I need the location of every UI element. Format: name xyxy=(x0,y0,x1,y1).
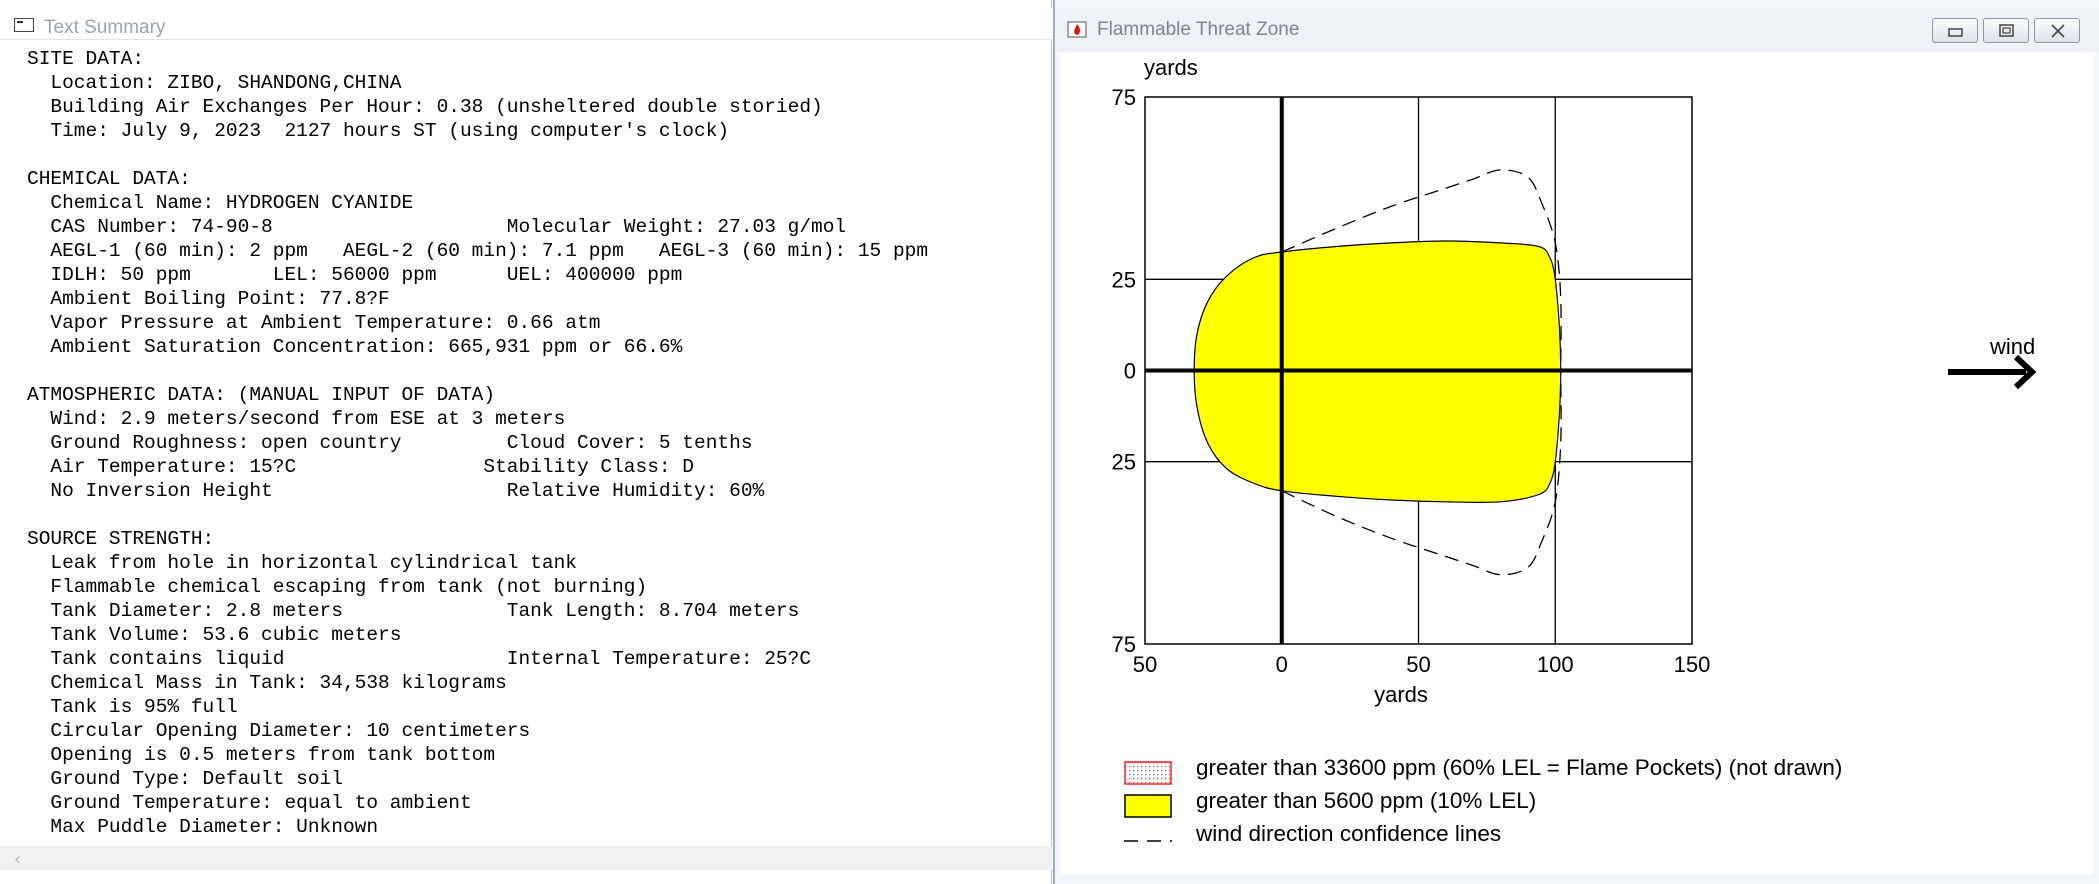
summary-line: ATMOSPHERIC DATA: (MANUAL INPUT OF DATA) xyxy=(27,384,496,406)
threat-zone-chart: 50 0 50 100 150 75 25 0 25 75 yards yards wind xyxy=(1112,55,2037,707)
red-dotted-swatch xyxy=(1124,761,1172,785)
summary-line: Ground Type: Default soil xyxy=(27,768,343,790)
summary-text-area[interactable]: SITE DATA: Location: ZIBO, SHANDONG,CHIN… xyxy=(0,44,1052,844)
summary-line: Tank contains liquid Internal Temperatur… xyxy=(27,648,812,670)
summary-line: Time: July 9, 2023 2127 hours ST (using … xyxy=(27,120,730,142)
summary-line: Location: ZIBO, SHANDONG,CHINA xyxy=(27,72,402,94)
minimize-button[interactable] xyxy=(1932,18,1978,43)
summary-line: Wind: 2.9 meters/second from ESE at 3 me… xyxy=(27,408,566,430)
text-window-icon xyxy=(14,18,34,32)
y-tick-label: 75 xyxy=(1112,632,1136,657)
x-axis-label: yards xyxy=(1374,682,1428,707)
legend-label-flame-pockets: greater than 33600 ppm (60% LEL = Flame … xyxy=(1196,755,1843,780)
summary-line: Leak from hole in horizontal cylindrical… xyxy=(27,552,577,574)
x-tick-label: 0 xyxy=(1276,652,1288,677)
maximize-button[interactable] xyxy=(1983,18,2029,43)
legend-item-flame-pockets: greater than 33600 ppm (60% LEL = Flame … xyxy=(1124,755,2024,785)
summary-line: Chemical Name: HYDROGEN CYANIDE xyxy=(27,192,414,214)
text-summary-title: Text Summary xyxy=(44,17,166,38)
summary-line: Flammable chemical escaping from tank (n… xyxy=(27,576,648,598)
x-tick-label: 50 xyxy=(1133,652,1157,677)
summary-line: Chemical Mass in Tank: 34,538 kilograms xyxy=(27,672,507,694)
summary-line xyxy=(27,143,1052,167)
summary-line: Tank is 95% full xyxy=(27,696,238,718)
summary-line: Ground Temperature: equal to ambient xyxy=(27,792,472,814)
summary-line: SOURCE STRENGTH: xyxy=(27,528,215,550)
summary-line: Circular Opening Diameter: 10 centimeter… xyxy=(27,720,531,742)
text-summary-titlebar[interactable]: Text Summary xyxy=(0,8,1052,40)
scroll-left-icon[interactable]: ‹ xyxy=(14,849,21,870)
summary-line: Ambient Saturation Concentration: 665,93… xyxy=(27,336,683,358)
fire-icon xyxy=(1067,21,1087,38)
summary-line xyxy=(27,503,1052,527)
y-tick-label: 25 xyxy=(1112,267,1136,292)
horizontal-scrollbar[interactable]: ‹ xyxy=(0,846,1052,870)
summary-line: No Inversion Height Relative Humidity: 6… xyxy=(27,480,765,502)
legend-item-10-lel: greater than 5600 ppm (10% LEL) xyxy=(1124,788,2024,818)
maximize-icon xyxy=(1999,24,2014,37)
summary-line: AEGL-1 (60 min): 2 ppm AEGL-2 (60 min): … xyxy=(27,240,929,262)
summary-line: Tank Diameter: 2.8 meters Tank Length: 8… xyxy=(27,600,800,622)
legend-item-confidence-lines: wind direction confidence lines xyxy=(1124,821,2024,851)
wind-label: wind xyxy=(1989,334,2035,359)
x-tick-label: 150 xyxy=(1674,652,1711,677)
threat-zone-window: Flammable Threat Zone 50 0 50 100 150 75… xyxy=(1053,0,2099,884)
summary-line: Air Temperature: 15?C Stability Class: D xyxy=(27,456,695,478)
summary-line: Opening is 0.5 meters from tank bottom xyxy=(27,744,496,766)
close-button[interactable] xyxy=(2034,18,2080,43)
legend-label-confidence-lines: wind direction confidence lines xyxy=(1196,821,1502,846)
y-tick-label: 0 xyxy=(1124,359,1136,384)
y-tick-label: 25 xyxy=(1112,450,1136,475)
yellow-fill-swatch xyxy=(1124,794,1172,818)
summary-line: CHEMICAL DATA: xyxy=(27,168,191,190)
legend-label-10-lel: greater than 5600 ppm (10% LEL) xyxy=(1196,788,1537,813)
summary-line: Tank Volume: 53.6 cubic meters xyxy=(27,624,402,646)
summary-line: Max Puddle Diameter: Unknown xyxy=(27,816,379,838)
wind-arrow-icon xyxy=(1948,354,2037,390)
y-axis-label: yards xyxy=(1144,55,1198,80)
text-summary-window: Text Summary SITE DATA: Location: ZIBO, … xyxy=(0,0,1052,884)
threat-zone-titlebar[interactable]: Flammable Threat Zone xyxy=(1055,8,2099,52)
threat-zone-client: 50 0 50 100 150 75 25 0 25 75 yards yards wind gr… xyxy=(1060,52,2093,874)
summary-line: Ambient Boiling Point: 77.8?F xyxy=(27,288,390,310)
summary-line: Ground Roughness: open country Cloud Cov… xyxy=(27,432,753,454)
y-tick-label: 75 xyxy=(1112,85,1136,110)
x-tick-label: 50 xyxy=(1406,652,1430,677)
dashed-line-swatch xyxy=(1124,840,1172,842)
summary-line: IDLH: 50 ppm LEL: 56000 ppm UEL: 400000 … xyxy=(27,264,683,286)
minimize-icon xyxy=(1948,28,1963,37)
x-tick-label: 100 xyxy=(1537,652,1574,677)
summary-line: CAS Number: 74-90-8 Molecular Weight: 27… xyxy=(27,216,847,238)
threat-zone-title: Flammable Threat Zone xyxy=(1097,19,1300,40)
summary-line: Vapor Pressure at Ambient Temperature: 0… xyxy=(27,312,601,334)
summary-line xyxy=(27,359,1052,383)
summary-line: SITE DATA: xyxy=(27,48,145,70)
summary-line: Building Air Exchanges Per Hour: 0.38 (u… xyxy=(27,96,823,118)
close-icon xyxy=(2051,24,2065,38)
